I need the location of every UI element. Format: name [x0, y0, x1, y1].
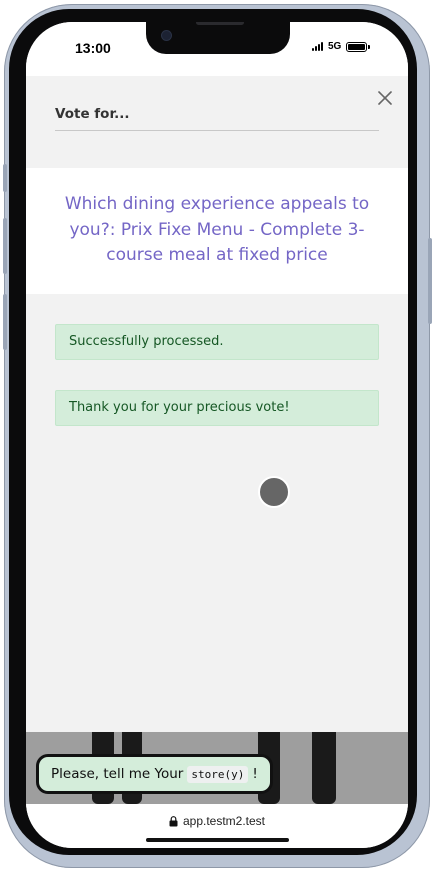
notch	[146, 22, 290, 54]
vote-title: Vote for...	[55, 106, 130, 122]
volume-up-button	[3, 218, 7, 274]
close-button[interactable]	[375, 88, 395, 108]
question-card: Which dining experience appeals to you?:…	[26, 168, 408, 294]
phone-screen: 13:00 5G Vote for... Which dining experi…	[26, 22, 408, 848]
status-indicators: 5G	[312, 41, 371, 52]
speaker-grille	[196, 22, 244, 25]
status-time: 13:00	[75, 40, 111, 56]
lock-icon	[169, 815, 178, 826]
vote-modal: Vote for... Which dining experience appe…	[26, 76, 408, 732]
silent-switch	[3, 164, 7, 192]
power-button	[428, 238, 432, 324]
url-display[interactable]: app.testm2.test	[26, 814, 408, 828]
success-alert: Successfully processed.	[55, 324, 379, 360]
network-label: 5G	[328, 41, 342, 52]
question-text: Which dining experience appeals to you?:…	[64, 194, 370, 265]
vote-header: Vote for...	[26, 76, 408, 168]
title-divider	[55, 130, 379, 131]
toast-suffix: !	[252, 766, 258, 782]
close-icon	[378, 91, 392, 105]
thank-you-alert: Thank you for your precious vote!	[55, 390, 379, 426]
url-text: app.testm2.test	[182, 814, 266, 828]
home-indicator[interactable]	[146, 838, 289, 842]
battery-icon	[346, 41, 371, 52]
front-camera	[162, 31, 171, 40]
prompt-toast[interactable]: Please, tell me Your store(y) !	[36, 754, 273, 794]
toast-code: store(y)	[187, 765, 249, 783]
volume-down-button	[3, 294, 7, 350]
toast-prefix: Please, tell me Your	[51, 766, 184, 782]
signal-icon	[312, 42, 323, 51]
touch-cursor	[258, 476, 290, 508]
